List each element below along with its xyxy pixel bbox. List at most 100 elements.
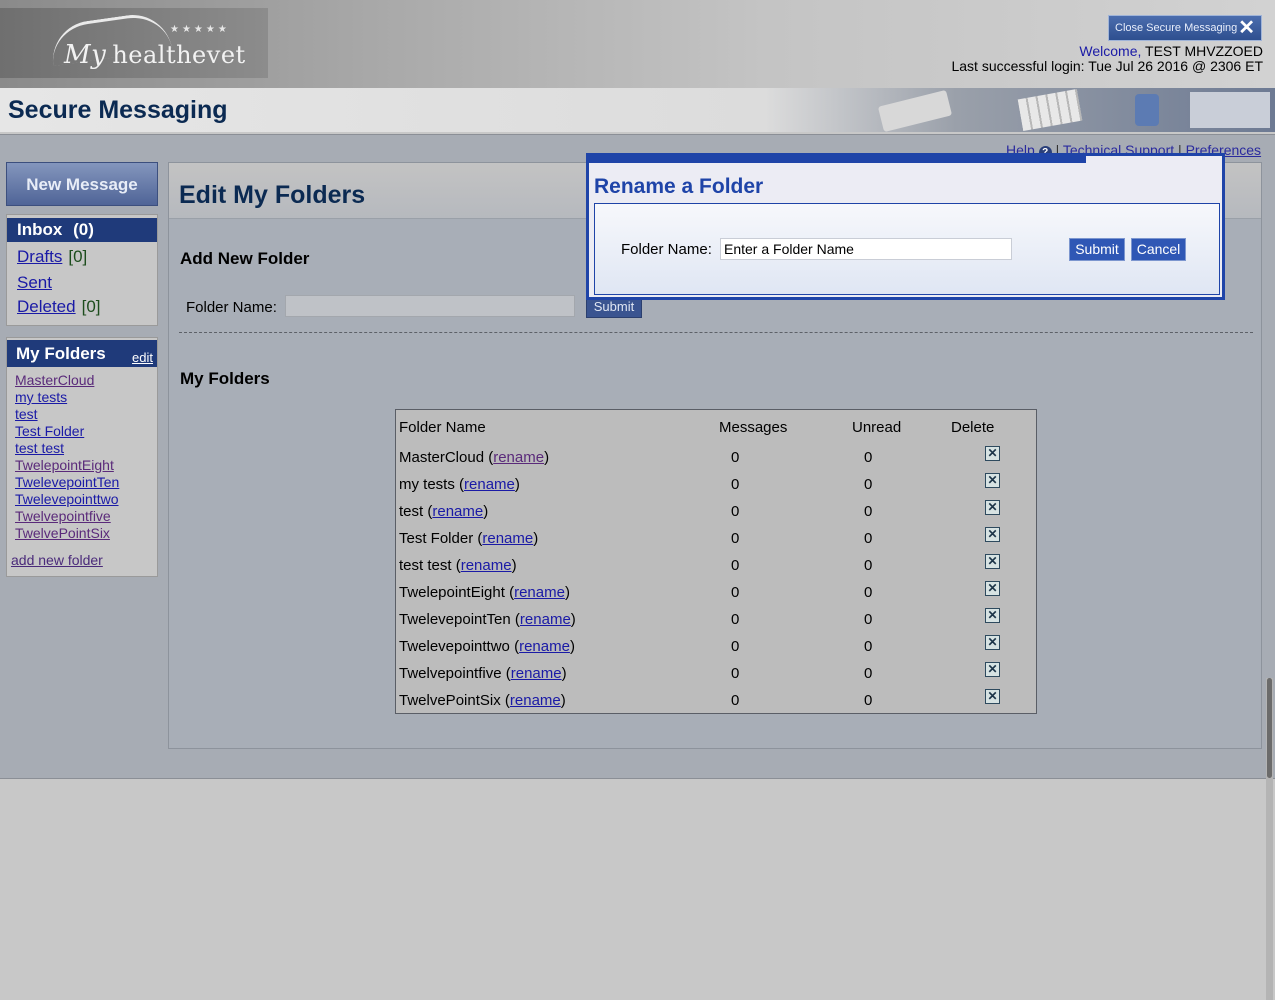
message-count: 0: [731, 692, 740, 709]
close-button-label: Close Secure Messaging: [1115, 22, 1238, 34]
rename-link[interactable]: rename: [510, 692, 561, 709]
add-new-folder-heading: Add New Folder: [180, 249, 310, 268]
delete-icon[interactable]: ✕: [985, 635, 1000, 650]
message-count: 0: [731, 665, 740, 682]
rename-link[interactable]: rename: [520, 611, 571, 628]
sidebar-item-sent: Sent: [17, 273, 52, 293]
sidebar-item-inbox[interactable]: Inbox (0): [7, 218, 157, 242]
dialog-body: Folder Name: Submit Cancel: [594, 203, 1220, 295]
rename-link[interactable]: rename: [432, 503, 483, 520]
sent-link[interactable]: Sent: [17, 273, 52, 292]
dialog-drag-handle[interactable]: [586, 153, 1086, 163]
sidebar-folder[interactable]: MasterCloud: [15, 372, 94, 388]
add-new-folder-link[interactable]: add new folder: [11, 552, 103, 568]
sidebar-item-drafts: Drafts [0]: [17, 247, 87, 267]
site-banner: ★★★★★ My healthevet Close Secure Messagin…: [0, 0, 1275, 88]
scrollbar-thumb[interactable]: [1267, 678, 1272, 778]
message-count: 0: [731, 557, 740, 574]
delete-icon[interactable]: ✕: [985, 473, 1000, 488]
welcome-block: Welcome, TEST MHVZZOED Last successful l…: [951, 44, 1263, 74]
my-folders-heading: My Folders: [180, 369, 270, 388]
delete-icon[interactable]: ✕: [985, 689, 1000, 704]
dialog-title: Rename a Folder: [594, 175, 764, 198]
sidebar-folder[interactable]: test: [15, 406, 38, 422]
unread-count: 0: [864, 692, 873, 709]
rename-link[interactable]: rename: [461, 557, 512, 574]
close-icon: ✕: [1238, 17, 1255, 39]
inbox-count: (0): [73, 220, 94, 239]
section-header: Secure Messaging: [0, 88, 1275, 132]
delete-icon[interactable]: ✕: [985, 500, 1000, 515]
my-folders-nav: My Folders edit MasterCloud my tests tes…: [6, 337, 158, 577]
unread-count: 0: [864, 611, 873, 628]
message-count: 0: [731, 584, 740, 601]
table-row: Twelevepointtwo (rename) 0 0 ✕: [396, 635, 1036, 665]
drafts-link[interactable]: Drafts: [17, 247, 62, 266]
sidebar-folder[interactable]: TwelvePointSix: [15, 525, 110, 541]
table-row: TwelvePointSix (rename) 0 0 ✕: [396, 689, 1036, 719]
table-row: Test Folder (rename) 0 0 ✕: [396, 527, 1036, 557]
unread-count: 0: [864, 584, 873, 601]
edit-folders-link[interactable]: edit: [132, 344, 153, 371]
sidebar-folder[interactable]: test test: [15, 440, 64, 456]
lock-icon: [1135, 94, 1159, 126]
sidebar-folder[interactable]: Twelevepointtwo: [15, 491, 119, 507]
unread-count: 0: [864, 530, 873, 547]
folders-table: Folder Name Messages Unread Delete Maste…: [395, 409, 1037, 714]
message-count: 0: [731, 638, 740, 655]
unread-count: 0: [864, 638, 873, 655]
last-login: Last successful login: Tue Jul 26 2016 @…: [951, 58, 1263, 74]
rename-link[interactable]: rename: [514, 584, 565, 601]
sidebar-folder[interactable]: Twelvepointfive: [15, 508, 111, 524]
delete-icon[interactable]: ✕: [985, 554, 1000, 569]
new-folder-name-input[interactable]: [285, 295, 575, 317]
inbox-label: Inbox: [17, 220, 63, 239]
table-row: my tests (rename) 0 0 ✕: [396, 473, 1036, 503]
close-secure-messaging-button[interactable]: Close Secure Messaging ✕: [1108, 15, 1262, 41]
section-title: Secure Messaging: [8, 96, 228, 124]
folder-name: TwelepointEight: [399, 584, 505, 601]
rename-link[interactable]: rename: [511, 665, 562, 682]
header-decoration-image: [870, 88, 1275, 132]
rename-folder-name-label: Folder Name:: [621, 241, 712, 258]
delete-icon[interactable]: ✕: [985, 527, 1000, 542]
delete-icon[interactable]: ✕: [985, 581, 1000, 596]
rename-link[interactable]: rename: [464, 476, 515, 493]
rename-folder-dialog: Rename a Folder Folder Name: Submit Canc…: [586, 153, 1225, 300]
folder-name: test: [399, 503, 424, 520]
drafts-count: [0]: [68, 247, 88, 266]
folder-name: test test: [399, 557, 452, 574]
rename-submit-button[interactable]: Submit: [1069, 238, 1125, 261]
deleted-count: [0]: [81, 297, 101, 316]
sidebar-folder[interactable]: my tests: [15, 389, 67, 405]
welcome-prefix: Welcome,: [1079, 43, 1142, 59]
folder-name: Twelvepointfive: [399, 665, 502, 682]
message-count: 0: [731, 503, 740, 520]
table-row: Twelvepointfive (rename) 0 0 ✕: [396, 662, 1036, 692]
logo-text: My healthevet: [64, 40, 246, 70]
rename-link[interactable]: rename: [482, 530, 533, 547]
rename-folder-name-input[interactable]: [720, 238, 1012, 260]
divider: [179, 332, 1253, 333]
delete-icon[interactable]: ✕: [985, 608, 1000, 623]
sidebar-folder[interactable]: TwelevepointTen: [15, 474, 119, 490]
sidebar-folder[interactable]: TwelepointEight: [15, 457, 114, 473]
rename-link[interactable]: rename: [519, 638, 570, 655]
folder-name: MasterCloud: [399, 449, 485, 466]
deleted-link[interactable]: Deleted: [17, 297, 76, 316]
sidebar-folder[interactable]: Test Folder: [15, 423, 84, 439]
delete-icon[interactable]: ✕: [985, 446, 1000, 461]
delete-icon[interactable]: ✕: [985, 662, 1000, 677]
table-row: TwelevepointTen (rename) 0 0 ✕: [396, 608, 1036, 638]
myhealthevet-logo[interactable]: ★★★★★ My healthevet: [0, 8, 268, 78]
new-message-button[interactable]: New Message: [6, 162, 158, 206]
column-header-unread: Unread: [852, 419, 902, 436]
rename-cancel-button[interactable]: Cancel: [1131, 238, 1186, 261]
folder-name: Twelevepointtwo: [399, 638, 510, 655]
rename-link[interactable]: rename: [493, 449, 544, 466]
folder-name: my tests: [399, 476, 455, 493]
folder-name: TwelvePointSix: [399, 692, 501, 709]
table-row: test test (rename) 0 0 ✕: [396, 554, 1036, 584]
message-count: 0: [731, 449, 740, 466]
unread-count: 0: [864, 665, 873, 682]
